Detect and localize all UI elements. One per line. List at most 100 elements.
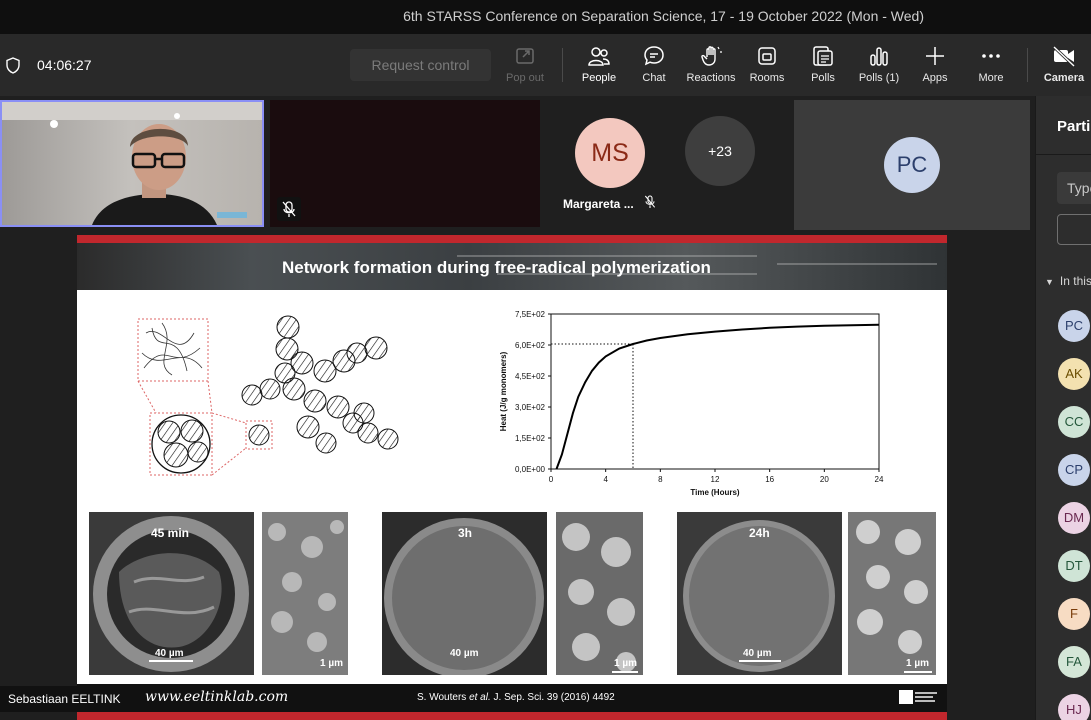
y-tick-label: 3,0E+02 [515,403,546,412]
reactions-label: Reactions [686,72,736,84]
mic-off-badge [277,197,301,221]
polls-count-label: Polls (1) [858,72,900,84]
panel-heading: Parti [1057,118,1091,135]
participant-avatar[interactable]: FA [1058,646,1090,678]
panel-divider [1036,154,1091,155]
chat-button[interactable]: Chat [636,44,672,92]
y-axis-label: Heat (J/g monomers) [499,351,508,431]
sem-image-24h: 24h 40 µm [677,512,842,675]
participant-tile-pc[interactable]: PC [794,100,1030,230]
camera-off-icon [1052,45,1076,68]
sem-zoom-micrograph [556,512,643,675]
more-button[interactable]: More [973,44,1009,92]
toolbar-divider [1027,48,1028,82]
scale-label: 40 µm [450,648,479,659]
rooms-label: Rooms [749,72,785,84]
x-tick-label: 4 [603,475,608,484]
heat-curve-line [555,323,880,470]
section-label: In this [1059,274,1091,288]
participants-panel: Parti Type ▼ In this PC AK CC CP DM DT F FA HJ [1035,96,1091,720]
mic-off-icon [282,201,296,217]
participant-avatar[interactable]: F [1058,598,1090,630]
x-tick-label: 8 [658,475,663,484]
y-tick-label: 4,5E+02 [515,372,546,381]
heat-vs-time-chart: 0,0E+00 1,5E+02 3,0E+02 4,5E+02 6,0E+02 7,5E+… [499,310,884,497]
reactions-button[interactable]: Reactions [684,44,738,92]
sem-time-label: 24h [749,526,770,540]
shared-slide: Network formation during free-radical po… [77,235,947,720]
x-tick-label: 16 [765,475,774,484]
vub-logo [899,690,937,704]
apps-button[interactable]: Apps [918,44,952,92]
slide-bottom-bar [77,712,947,720]
in-meeting-section-toggle[interactable]: ▼ In this [1045,274,1091,288]
participant-avatar[interactable]: CP [1058,454,1090,486]
chevron-down-icon: ▼ [1045,277,1054,287]
x-tick-label: 0 [549,475,554,484]
presenter-name-tag: Sebastiaan EELTINK [0,686,129,712]
avatar-ms[interactable]: MS [575,118,645,188]
people-button[interactable]: People [578,44,620,92]
pop-out-label: Pop out [506,72,544,84]
participant-name: Margareta ... [563,197,634,211]
window-title: 6th STARSS Conference on Separation Scie… [403,8,924,24]
people-icon [588,47,610,66]
polls-icon [813,46,833,66]
more-label: More [978,72,1004,84]
y-tick-label: 7,5E+02 [515,310,546,319]
pop-out-button[interactable]: Pop out [505,44,545,92]
video-gallery: MS Margareta ... +23 PC [0,96,1035,236]
more-participants-button[interactable]: +23 [685,116,755,186]
participant-avatar[interactable]: AK [1058,358,1090,390]
scale-label: 40 µm [743,648,772,659]
scale-label: 1 µm [320,658,343,669]
polymer-network-diagram [137,315,399,476]
polls-button[interactable]: Polls [805,44,841,92]
apps-label: Apps [922,72,948,84]
chat-label: Chat [642,72,666,84]
y-tick-label: 1,5E+02 [515,434,546,443]
pop-out-icon [516,48,534,64]
sem-zoom-3h: 1 µm [556,512,643,675]
lab-url: www.eeltinklab.com [145,689,289,705]
camera-button[interactable]: Camera [1042,44,1086,92]
participant-video-tile[interactable] [270,100,540,227]
scale-bar [904,671,932,673]
polls-count-button[interactable]: Polls (1) [856,44,902,92]
avatar-pc: PC [884,137,940,193]
participant-avatar[interactable]: DM [1058,502,1090,534]
x-axis-label: Time (Hours) [690,488,740,497]
reactions-icon [701,46,722,66]
chart-series [555,323,880,470]
slide-title: Network formation during free-radical po… [282,258,711,277]
sem-image-3h: 3h 40 µm [382,512,547,675]
title-bar: 6th STARSS Conference on Separation Scie… [0,0,1091,34]
scale-label: 1 µm [906,658,929,669]
x-tick-label: 24 [875,475,884,484]
teams-meeting-window: 6th STARSS Conference on Separation Scie… [0,0,1091,720]
x-tick-label: 12 [711,475,720,484]
sem-zoom-micrograph [848,512,936,675]
camera-label: Camera [1043,72,1085,84]
sem-zoom-micrograph [262,512,348,675]
participant-avatar[interactable]: PC [1058,310,1090,342]
more-icon [982,54,1000,58]
participant-search-input[interactable]: Type [1057,172,1091,204]
share-invite-button[interactable] [1057,214,1091,245]
participant-avatar[interactable]: CC [1058,406,1090,438]
polls-label: Polls [811,72,835,84]
shield-icon [6,57,20,74]
x-tick-label: 20 [820,475,829,484]
participant-avatar[interactable]: HJ [1058,694,1090,720]
speaker-video-tile[interactable] [0,100,264,227]
sem-zoom-45min: 1 µm [262,512,348,675]
sem-image-45min: 45 min 40 µm [89,512,254,675]
meeting-timer: 04:06:27 [37,57,92,73]
request-control-button[interactable]: Request control [350,49,491,81]
rooms-icon [758,47,776,65]
participant-avatar[interactable]: DT [1058,550,1090,582]
sem-zoom-24h: 1 µm [848,512,936,675]
rooms-button[interactable]: Rooms [747,44,787,92]
slide-top-bar [77,235,947,243]
speaker-video [2,102,262,225]
